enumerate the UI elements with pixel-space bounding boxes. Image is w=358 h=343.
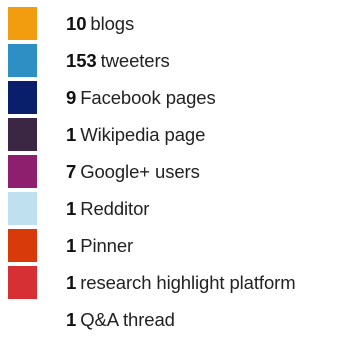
legend-count: 1 (66, 308, 77, 330)
legend-text: Q&A thread (80, 308, 175, 330)
legend-count: 9 (66, 86, 77, 108)
legend-label: 1 Wikipedia page (66, 124, 205, 146)
legend-text: Google+ users (80, 160, 200, 182)
reddit-color-swatch (8, 192, 37, 225)
legend-item-facebook-pages: 9 Facebook pages (8, 79, 296, 116)
legend-label: 7 Google+ users (66, 161, 200, 183)
legend-item-redditor: 1 Redditor (8, 190, 296, 227)
legend-text: Wikipedia page (80, 123, 206, 145)
legend-label: 9 Facebook pages (66, 87, 216, 109)
research-highlight-color-swatch (8, 266, 37, 299)
legend-item-research-highlight-platform: 1 research highlight platform (8, 264, 296, 301)
legend-label: 1 Pinner (66, 235, 133, 257)
qa-thread-color-swatch (8, 303, 37, 336)
legend-text: Facebook pages (80, 86, 216, 108)
legend-count: 1 (66, 271, 77, 293)
wikipedia-color-swatch (8, 118, 37, 151)
legend-label: 1 Redditor (66, 198, 149, 220)
legend-text: research highlight platform (80, 271, 296, 293)
google-plus-color-swatch (8, 155, 37, 188)
legend-count: 1 (66, 234, 77, 256)
legend-text: tweeters (100, 49, 170, 71)
legend-item-blogs: 10 blogs (8, 5, 296, 42)
legend-item-wikipedia-page: 1 Wikipedia page (8, 116, 296, 153)
legend-label: 10 blogs (66, 13, 134, 35)
legend-item-google-plus-users: 7 Google+ users (8, 153, 296, 190)
legend-text: Redditor (80, 197, 150, 219)
legend-label: 1 Q&A thread (66, 309, 175, 331)
legend-label: 153 tweeters (66, 50, 170, 72)
mentions-legend: 10 blogs 153 tweeters 9 Facebook pages 1 Wik… (8, 5, 296, 338)
legend-text: Pinner (80, 234, 134, 256)
tweeters-color-swatch (8, 44, 37, 77)
blogs-color-swatch (8, 7, 37, 40)
pinterest-color-swatch (8, 229, 37, 262)
legend-count: 7 (66, 160, 77, 182)
legend-item-tweeters: 153 tweeters (8, 42, 296, 79)
facebook-color-swatch (8, 81, 37, 114)
legend-label: 1 research highlight platform (66, 272, 296, 294)
legend-text: blogs (90, 12, 135, 34)
legend-item-qa-thread: 1 Q&A thread (8, 301, 296, 338)
legend-count: 10 (66, 12, 87, 34)
legend-count: 1 (66, 197, 77, 219)
legend-count: 153 (66, 49, 97, 71)
legend-count: 1 (66, 123, 77, 145)
legend-item-pinner: 1 Pinner (8, 227, 296, 264)
